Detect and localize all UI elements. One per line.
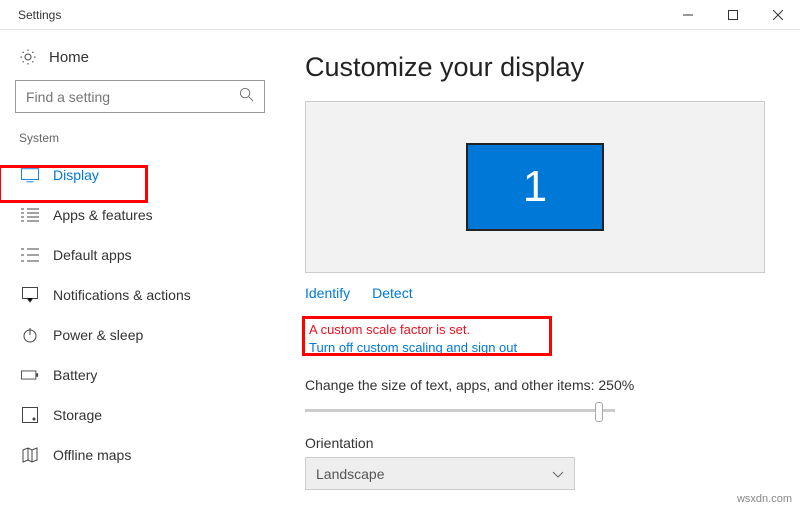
- monitor-number: 1: [523, 162, 547, 212]
- nav-label: Power & sleep: [53, 327, 143, 343]
- section-label: System: [15, 131, 265, 155]
- sidebar-item-storage[interactable]: Storage: [15, 395, 265, 435]
- nav-label: Offline maps: [53, 447, 131, 463]
- sidebar-item-default-apps[interactable]: Default apps: [15, 235, 265, 275]
- sidebar-item-notifications[interactable]: Notifications & actions: [15, 275, 265, 315]
- titlebar: Settings: [0, 0, 800, 30]
- nav-label: Default apps: [53, 247, 132, 263]
- nav-label: Storage: [53, 407, 102, 423]
- detect-link[interactable]: Detect: [372, 285, 412, 301]
- nav-label: Battery: [53, 367, 97, 383]
- power-icon: [21, 326, 39, 344]
- home-label: Home: [49, 49, 89, 66]
- slider-thumb[interactable]: [595, 402, 603, 422]
- scale-label: Change the size of text, apps, and other…: [305, 377, 770, 393]
- sidebar-item-power[interactable]: Power & sleep: [15, 315, 265, 355]
- watermark: wsxdn.com: [737, 493, 792, 505]
- window-controls: [665, 0, 800, 29]
- slider-track: [305, 409, 615, 412]
- search-icon: [239, 87, 254, 107]
- list-icon: [21, 206, 39, 224]
- storage-icon: [21, 406, 39, 424]
- map-icon: [21, 446, 39, 464]
- maximize-button[interactable]: [710, 0, 755, 29]
- highlight-annotation: [0, 165, 148, 203]
- monitor-tile[interactable]: 1: [466, 143, 604, 231]
- display-preview[interactable]: 1: [305, 101, 765, 273]
- minimize-button[interactable]: [665, 0, 710, 29]
- search-box[interactable]: [15, 80, 265, 113]
- orientation-select[interactable]: Landscape: [305, 457, 575, 490]
- search-input[interactable]: [26, 89, 226, 105]
- battery-icon: [21, 366, 39, 384]
- orientation-value: Landscape: [316, 466, 385, 482]
- nav-label: Notifications & actions: [53, 287, 191, 303]
- identify-link[interactable]: Identify: [305, 285, 350, 301]
- gear-icon: [19, 48, 37, 66]
- sidebar-item-battery[interactable]: Battery: [15, 355, 265, 395]
- sidebar: Home System Display Apps & features Defa…: [0, 30, 275, 509]
- home-button[interactable]: Home: [15, 40, 265, 80]
- highlight-annotation: [302, 316, 552, 356]
- orientation-label: Orientation: [305, 435, 770, 451]
- window-title: Settings: [18, 8, 61, 22]
- scale-slider[interactable]: [305, 399, 615, 423]
- default-apps-icon: [21, 246, 39, 264]
- main-content: Customize your display 1 Identify Detect…: [275, 30, 800, 509]
- chevron-down-icon: [552, 466, 564, 482]
- page-title: Customize your display: [305, 52, 770, 83]
- close-button[interactable]: [755, 0, 800, 29]
- titlebar-title-group: Settings: [10, 8, 61, 22]
- sidebar-item-offline-maps[interactable]: Offline maps: [15, 435, 265, 475]
- notification-icon: [21, 286, 39, 304]
- nav-label: Apps & features: [53, 207, 153, 223]
